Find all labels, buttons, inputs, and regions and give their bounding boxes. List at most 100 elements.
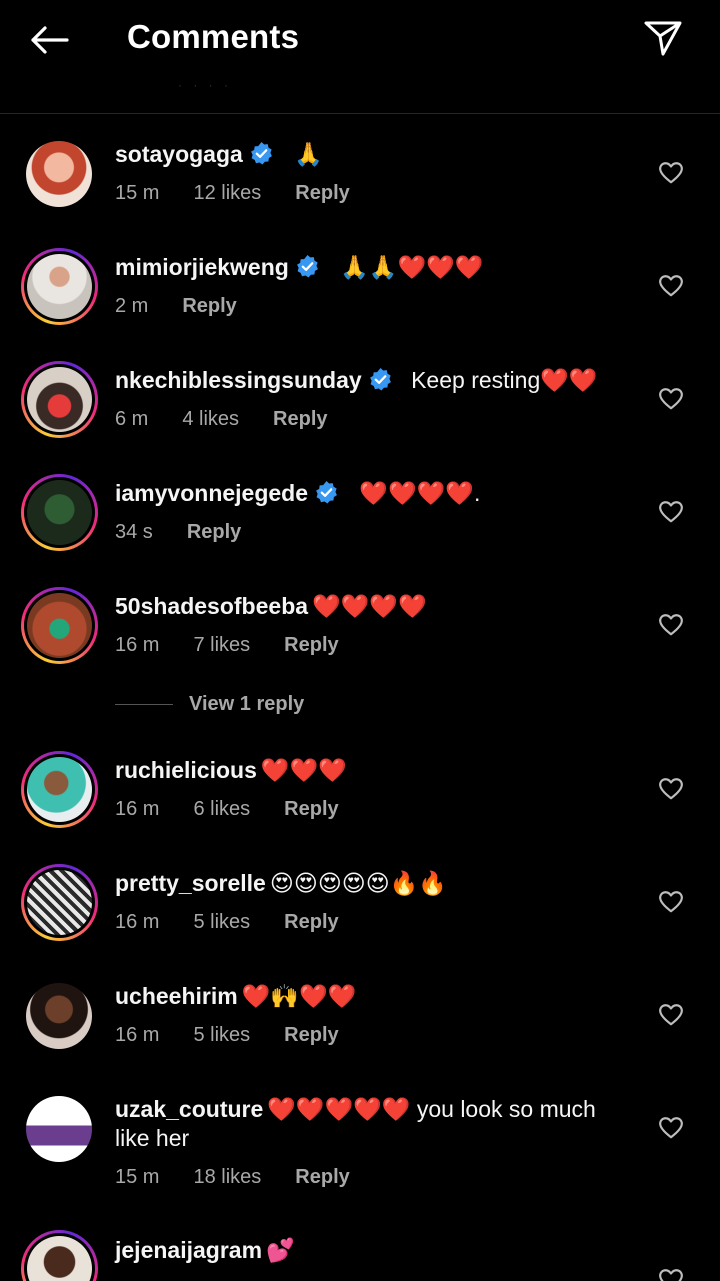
view-replies-label: View 1 reply: [189, 693, 305, 715]
comment-time: 16 m: [115, 1024, 160, 1046]
avatar[interactable]: [21, 587, 98, 664]
comment-likes[interactable]: 6 likes: [193, 798, 250, 820]
comment-row: ucheehirim ❤️🙌❤️❤️ 16 m 5 likes Reply: [0, 957, 720, 1067]
heart-icon[interactable]: [658, 1115, 684, 1141]
comment-likes[interactable]: 12 likes: [193, 182, 261, 204]
comment-likes[interactable]: 7 likes: [193, 634, 250, 656]
heart-icon[interactable]: [658, 386, 684, 412]
comment-body: uzak_couture ❤️❤️❤️❤️❤️ you look so much …: [115, 1095, 625, 1153]
heart-icon[interactable]: [658, 1002, 684, 1028]
comment-meta: 16 m 7 likes Reply: [115, 634, 373, 657]
comment-body: mimiorjiekweng 🙏🙏❤️❤️❤️: [115, 253, 625, 282]
comment-username[interactable]: ucheehirim: [115, 983, 238, 1009]
page-title: Comments: [127, 18, 300, 55]
comment-row: nkechiblessingsunday Keep resting❤️❤️ 6 …: [0, 341, 720, 451]
reply-button[interactable]: Reply: [295, 1166, 349, 1188]
back-button[interactable]: [26, 20, 72, 60]
comment-row: pretty_sorelle 😍😍😍😍😍🔥🔥 16 m 5 likes Reply: [0, 844, 720, 954]
comment-username[interactable]: mimiorjiekweng: [115, 254, 289, 280]
comment-text: 🙏🙏❤️❤️❤️: [340, 254, 484, 280]
comment-body: jejenaijagram 💕: [115, 1236, 625, 1265]
avatar[interactable]: [26, 141, 92, 207]
comment-text: ❤️❤️❤️❤️.: [359, 480, 481, 506]
comment-time: 34 s: [115, 521, 153, 543]
comment-text: Keep resting❤️❤️: [411, 367, 598, 393]
comment-meta: 16 m 6 likes Reply: [115, 798, 373, 821]
comment-time: 16 m: [115, 634, 160, 656]
comment-text: 😍😍😍😍😍🔥🔥: [269, 870, 448, 896]
reply-button[interactable]: Reply: [273, 408, 327, 430]
reply-button[interactable]: Reply: [295, 182, 349, 204]
caption-overflow: · · · ·: [178, 78, 232, 92]
comment-body: 50shadesofbeeba ❤️❤️❤️❤️: [115, 592, 625, 621]
comment-username[interactable]: pretty_sorelle: [115, 870, 266, 896]
reply-button[interactable]: Reply: [187, 521, 241, 543]
comment-meta: 15 m 18 likes Reply: [115, 1166, 384, 1189]
comment-text: ❤️🙌❤️❤️: [241, 983, 357, 1009]
comment-username[interactable]: nkechiblessingsunday: [115, 367, 362, 393]
paper-plane-icon: [644, 21, 682, 56]
comment-row: ruchielicious ❤️❤️❤️ 16 m 6 likes Reply: [0, 731, 720, 841]
comment-meta: 6 m 4 likes Reply: [115, 408, 362, 431]
comment-body: iamyvonnejegede ❤️❤️❤️❤️.: [115, 479, 625, 508]
comment-meta: 34 s Reply: [115, 521, 275, 544]
heart-icon[interactable]: [658, 499, 684, 525]
heart-icon[interactable]: [658, 612, 684, 638]
comment-likes[interactable]: 5 likes: [193, 1024, 250, 1046]
comment-text: 🙏: [294, 141, 323, 167]
comment-body: sotayogaga 🙏: [115, 140, 625, 169]
avatar[interactable]: [21, 751, 98, 828]
comment-likes[interactable]: 4 likes: [182, 408, 239, 430]
comment-username[interactable]: 50shadesofbeeba: [115, 593, 308, 619]
avatar[interactable]: [21, 1230, 98, 1281]
comment-text: ❤️❤️❤️: [260, 757, 347, 783]
comment-row: iamyvonnejegede ❤️❤️❤️❤️. 34 s Reply: [0, 454, 720, 564]
verified-badge-icon: [369, 368, 391, 391]
comment-meta: 16 m 5 likes Reply: [115, 1024, 373, 1047]
reply-button[interactable]: Reply: [182, 295, 236, 317]
comment-body: ruchielicious ❤️❤️❤️: [115, 756, 625, 785]
comment-body: pretty_sorelle 😍😍😍😍😍🔥🔥: [115, 869, 625, 898]
comment-meta: 2 m Reply: [115, 295, 271, 318]
avatar[interactable]: [21, 361, 98, 438]
comment-username[interactable]: sotayogaga: [115, 141, 243, 167]
heart-icon[interactable]: [658, 776, 684, 802]
view-replies-line: [115, 704, 173, 705]
comment-username[interactable]: iamyvonnejegede: [115, 480, 308, 506]
arrow-left-icon: [31, 26, 69, 54]
avatar[interactable]: [26, 1096, 92, 1162]
comment-row: 50shadesofbeeba ❤️❤️❤️❤️ 16 m 7 likes Reply: [0, 567, 720, 677]
comment-time: 2 m: [115, 295, 149, 317]
heart-icon[interactable]: [658, 273, 684, 299]
comment-time: 6 m: [115, 408, 149, 430]
reply-button[interactable]: Reply: [284, 634, 338, 656]
comment-username[interactable]: uzak_couture: [115, 1096, 263, 1122]
heart-icon[interactable]: [658, 889, 684, 915]
comment-meta: 16 m 5 likes Reply: [115, 911, 373, 934]
avatar[interactable]: [26, 983, 92, 1049]
comment-meta: 15 m 12 likes Reply: [115, 182, 384, 205]
heart-icon[interactable]: [658, 1267, 684, 1281]
comment-body: nkechiblessingsunday Keep resting❤️❤️: [115, 366, 625, 395]
comment-likes[interactable]: 18 likes: [193, 1166, 261, 1188]
comment-list[interactable]: sotayogaga 🙏 15 m 12 likes Reply mimiorjie…: [0, 115, 720, 1281]
view-replies-button[interactable]: View 1 reply: [115, 693, 304, 716]
comment-likes[interactable]: 5 likes: [193, 911, 250, 933]
share-button[interactable]: [640, 16, 686, 60]
heart-icon[interactable]: [658, 160, 684, 186]
comment-time: 16 m: [115, 911, 160, 933]
reply-button[interactable]: Reply: [284, 911, 338, 933]
comment-time: 15 m: [115, 1166, 160, 1188]
avatar[interactable]: [21, 248, 98, 325]
reply-button[interactable]: Reply: [284, 798, 338, 820]
reply-button[interactable]: Reply: [284, 1024, 338, 1046]
comment-row: uzak_couture ❤️❤️❤️❤️❤️ you look so much …: [0, 1070, 720, 1210]
verified-badge-icon: [316, 481, 337, 504]
comment-row: jejenaijagram 💕: [0, 1212, 720, 1281]
top-bar: Comments · · · ·: [0, 0, 720, 114]
comment-username[interactable]: jejenaijagram: [115, 1237, 262, 1263]
verified-badge-icon: [296, 255, 318, 278]
avatar[interactable]: [21, 474, 98, 551]
comment-username[interactable]: ruchielicious: [115, 757, 257, 783]
avatar[interactable]: [21, 864, 98, 941]
